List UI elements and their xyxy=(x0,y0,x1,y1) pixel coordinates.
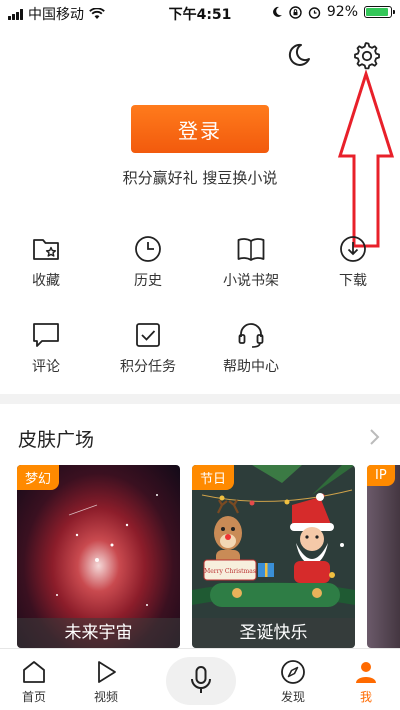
nav-discover[interactable]: 发现 xyxy=(273,659,313,705)
clock-icon xyxy=(135,236,161,262)
skin-caption: 未来宇宙 xyxy=(17,618,180,648)
alarm-icon xyxy=(308,6,321,19)
nav-label: 视频 xyxy=(93,690,118,704)
skin-badge: 梦幻 xyxy=(17,465,60,490)
battery-percent: 92% xyxy=(326,4,358,20)
skin-badge: IP xyxy=(367,465,395,486)
grid-item-label: 下载 xyxy=(339,273,367,289)
battery-icon xyxy=(364,6,395,18)
headset-icon xyxy=(238,323,264,348)
skin-badge: 节日 xyxy=(192,465,235,490)
grid-item-history[interactable]: 历史 xyxy=(108,234,188,290)
christmas-sign-text: Merry Christmas xyxy=(204,568,256,575)
skins-section-title: 皮肤广场 xyxy=(18,429,95,451)
grid-item-bookshelf[interactable]: 小说书架 xyxy=(211,234,291,290)
promo-text[interactable]: 积分赢好礼 搜豆换小说 xyxy=(0,167,400,188)
section-divider xyxy=(0,394,400,404)
grid-item-label: 小说书架 xyxy=(223,273,279,289)
nav-me[interactable]: 我 xyxy=(346,659,386,705)
microphone-icon xyxy=(191,665,211,693)
chevron-right-icon[interactable] xyxy=(368,428,380,446)
voice-search-button[interactable] xyxy=(166,657,236,705)
person-icon xyxy=(356,662,376,683)
skin-caption: 圣诞快乐 xyxy=(192,618,355,648)
nav-label: 我 xyxy=(359,690,372,704)
login-button[interactable]: 登录 xyxy=(131,105,269,153)
nav-video[interactable]: 视频 xyxy=(86,659,126,705)
skin-card-dream[interactable]: 梦幻 未来宇宙 xyxy=(17,465,180,648)
moon-icon[interactable] xyxy=(284,40,314,70)
grid-item-label: 帮助中心 xyxy=(223,359,279,375)
status-bar: 中国移动 下午4:51 92% xyxy=(0,0,400,26)
download-icon xyxy=(340,236,366,262)
grid-item-label: 评论 xyxy=(32,359,60,375)
grid-item-comments[interactable]: 评论 xyxy=(6,320,86,376)
nav-label: 首页 xyxy=(21,690,46,704)
nav-home[interactable]: 首页 xyxy=(14,659,54,705)
grid-item-label: 积分任务 xyxy=(120,359,176,375)
skin-card-christmas[interactable]: Merry Christmas 节日 圣诞快乐 xyxy=(192,465,355,648)
lock-rotation-icon xyxy=(289,5,302,19)
play-icon xyxy=(98,661,116,683)
compass-icon xyxy=(281,660,305,684)
red-arrow-icon xyxy=(337,70,395,248)
grid-item-help-center[interactable]: 帮助中心 xyxy=(211,320,291,376)
skin-card-ip[interactable]: IP xyxy=(367,465,400,648)
home-icon xyxy=(23,661,45,683)
checkbox-icon xyxy=(136,323,160,347)
gear-icon[interactable] xyxy=(351,40,381,70)
comment-icon xyxy=(33,323,59,347)
folder-star-icon xyxy=(33,239,59,260)
grid-item-points-tasks[interactable]: 积分任务 xyxy=(108,320,188,376)
grid-item-favorites[interactable]: 收藏 xyxy=(6,234,86,290)
grid-item-label: 历史 xyxy=(134,273,162,289)
moon-status-icon xyxy=(272,6,282,17)
bottom-nav: 首页 视频 发现 我 xyxy=(0,648,400,710)
grid-item-label: 收藏 xyxy=(32,273,60,289)
grid-item-download[interactable]: 下载 xyxy=(313,234,393,290)
book-icon xyxy=(237,238,265,261)
nav-label: 发现 xyxy=(280,690,305,704)
